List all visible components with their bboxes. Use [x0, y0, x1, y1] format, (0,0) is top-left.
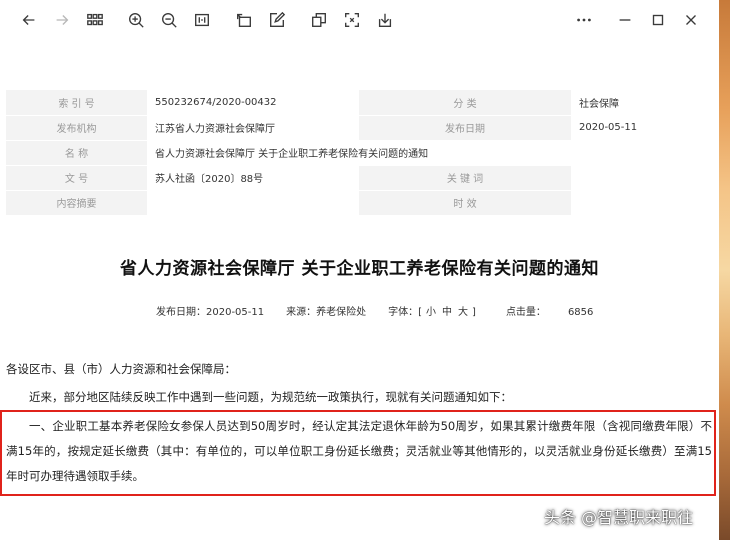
font-size-label: 字体：[ [388, 307, 423, 318]
meta-value: 社会保障 [571, 90, 718, 116]
forward-arrow-icon[interactable] [50, 8, 74, 32]
meta-value [571, 165, 718, 191]
download-icon[interactable] [373, 8, 397, 32]
meta-value: 江苏省人力资源社会保障厅 [147, 115, 359, 141]
publish-date: 2020-05-11 [206, 307, 265, 318]
close-icon[interactable] [679, 8, 703, 32]
meta-row-summary: 内容摘要 时 效 [6, 190, 718, 216]
edit-icon[interactable] [265, 8, 289, 32]
meta-label: 文 号 [6, 165, 147, 191]
zoom-in-icon[interactable] [124, 8, 148, 32]
zoom-out-icon[interactable] [157, 8, 181, 32]
grid-icon[interactable] [83, 8, 107, 32]
hit-count: 6856 [567, 307, 594, 318]
maximize-icon[interactable] [646, 8, 670, 32]
meta-label: 名 称 [6, 140, 147, 166]
rotate-icon[interactable] [232, 8, 256, 32]
meta-value: 550232674/2020-00432 [147, 90, 359, 116]
paragraph-1: 一、企业职工基本养老保险女参保人员达到50周岁时，经认定其法定退休年龄为50周岁… [6, 419, 712, 483]
salutation: 各设区市、县（市）人力资源和社会保障局： [6, 362, 236, 376]
meta-value: 2020-05-11 [571, 115, 718, 141]
meta-value [147, 190, 359, 216]
watermark: 头条 @智慧职来职往 [544, 508, 694, 527]
document-meta-table: 索 引 号 550232674/2020-00432 分 类 社会保障 发布机构… [6, 90, 718, 216]
meta-label: 发布日期 [359, 115, 571, 141]
hits-label: 点击量： [505, 307, 546, 318]
font-small-button[interactable]: 小 [426, 307, 436, 318]
meta-label: 分 类 [359, 90, 571, 116]
copy-icon[interactable] [307, 8, 331, 32]
meta-value: 苏人社函〔2020〕88号 [147, 165, 359, 191]
meta-label: 发布机构 [6, 115, 147, 141]
fit-page-icon[interactable] [190, 8, 214, 32]
meta-row-index: 索 引 号 550232674/2020-00432 分 类 社会保障 [6, 90, 718, 116]
minimize-icon[interactable] [613, 8, 637, 32]
font-medium-button[interactable]: 中 [442, 307, 452, 318]
document-title: 省人力资源社会保障厅 关于企业职工养老保险有关问题的通知 [120, 259, 599, 279]
meta-label: 关 键 词 [359, 165, 571, 191]
meta-row-docno: 文 号 苏人社函〔2020〕88号 关 键 词 [6, 165, 718, 191]
font-large-button[interactable]: 大 [458, 307, 468, 318]
meta-value: 省人力资源社会保障厅 关于企业职工养老保险有关问题的通知 [147, 140, 718, 166]
font-size-bracket: ] [472, 307, 476, 318]
viewer-window: 索 引 号 550232674/2020-00432 分 类 社会保障 发布机构… [0, 0, 719, 540]
source: 养老保险处 [316, 307, 367, 318]
meta-value [571, 190, 718, 216]
screenshot-icon[interactable] [340, 8, 364, 32]
toolbar [0, 0, 719, 40]
back-arrow-icon[interactable] [17, 8, 41, 32]
intro-paragraph: 近来，部分地区陆续反映工作中遇到一些问题，为规范统一政策执行，现就有关问题通知如… [29, 390, 512, 404]
meta-label: 内容摘要 [6, 190, 147, 216]
meta-label: 时 效 [359, 190, 571, 216]
publish-date-label: 发布日期： [156, 307, 206, 318]
more-icon[interactable] [572, 8, 596, 32]
meta-row-issuer: 发布机构 江苏省人力资源社会保障厅 发布日期 2020-05-11 [6, 115, 718, 141]
pdf-viewer-app: 索 引 号 550232674/2020-00432 分 类 社会保障 发布机构… [0, 0, 730, 540]
meta-label: 索 引 号 [6, 90, 147, 116]
document-info-bar: 发布日期：2020-05-11 来源：养老保险处 字体：[小中大] 点击量： 6856 [156, 303, 593, 318]
meta-row-name: 名 称 省人力资源社会保障厅 关于企业职工养老保险有关问题的通知 [6, 140, 718, 166]
source-label: 来源： [286, 307, 317, 318]
